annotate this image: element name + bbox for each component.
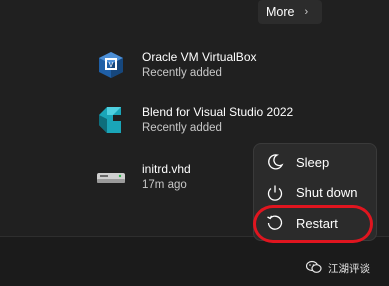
sleep-menu-item[interactable]: Sleep <box>254 147 376 178</box>
shutdown-menu-item[interactable]: Shut down <box>254 178 376 209</box>
more-button[interactable]: More › <box>258 0 322 24</box>
recommended-item-subtitle: Recently added <box>142 122 222 134</box>
recommended-item-title: Blend for Visual Studio 2022 <box>142 105 294 119</box>
recommended-item-blend[interactable]: Blend for Visual Studio 2022 Recently ad… <box>96 100 293 140</box>
restart-label: Restart <box>296 215 338 231</box>
virtualbox-icon: V <box>96 50 126 80</box>
restart-icon <box>264 212 286 234</box>
shutdown-label: Shut down <box>296 185 358 201</box>
recommended-item-title: initrd.vhd <box>142 162 191 176</box>
more-label: More <box>266 5 295 19</box>
svg-text:V: V <box>109 62 114 69</box>
power-menu: Sleep Shut down Restart <box>253 143 377 241</box>
chevron-right-icon: › <box>304 6 309 18</box>
vhd-drive-icon <box>96 162 126 192</box>
recommended-item-title: Oracle VM VirtualBox <box>142 50 257 64</box>
blend-icon <box>96 105 126 135</box>
wechat-icon <box>305 260 322 277</box>
watermark-text: 江湖评谈 <box>328 263 370 275</box>
recommended-item-subtitle: Recently added <box>142 67 222 79</box>
moon-icon <box>264 151 286 173</box>
sleep-label: Sleep <box>296 154 330 170</box>
power-icon <box>264 182 286 204</box>
recommended-item-virtualbox[interactable]: V Oracle VM VirtualBox Recently added <box>96 45 257 85</box>
recommended-item-subtitle: 17m ago <box>142 179 187 191</box>
watermark: 江湖评谈 <box>305 260 370 277</box>
restart-menu-item[interactable]: Restart <box>254 208 376 239</box>
recommended-item-initrd[interactable]: initrd.vhd 17m ago <box>96 157 191 197</box>
